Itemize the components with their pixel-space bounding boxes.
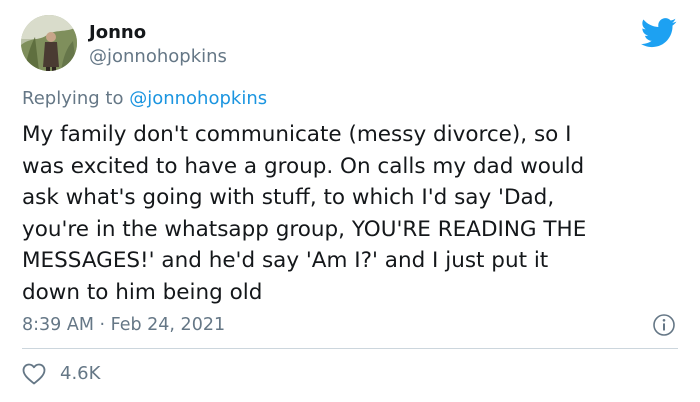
tweet-card: Jonno @jonnohopkins Replying to @jonnoho… bbox=[0, 0, 700, 402]
twitter-bird-icon[interactable] bbox=[640, 18, 677, 48]
divider bbox=[22, 348, 678, 349]
author-display-name[interactable]: Jonno bbox=[89, 22, 146, 44]
like-action[interactable]: 4.6K bbox=[22, 363, 100, 385]
author-handle[interactable]: @jonnohopkins bbox=[89, 46, 227, 68]
tweet-text-line: MESSAGES!' and he'd say 'Am I?' and I ju… bbox=[22, 248, 549, 273]
info-icon[interactable] bbox=[652, 313, 676, 337]
reply-prefix: Replying to bbox=[22, 88, 124, 109]
avatar[interactable] bbox=[21, 15, 77, 71]
tweet-timestamp[interactable]: 8:39 AM · Feb 24, 2021 bbox=[22, 314, 225, 336]
like-count: 4.6K bbox=[60, 363, 101, 384]
tweet-text: My family don't communicate (messy divor… bbox=[22, 119, 682, 308]
tweet-text-line: ask what's going with stuff, to which I'… bbox=[22, 185, 555, 210]
tweet-text-line: down to him being old bbox=[22, 279, 263, 305]
tweet-text-line: My family don't communicate (messy divor… bbox=[22, 122, 572, 147]
reply-context: Replying to @jonnohopkins bbox=[22, 88, 267, 110]
tweet-text-line: you're in the whatsapp group, YOU'RE REA… bbox=[22, 216, 587, 242]
tweet-text-line: was excited to have a group. On calls my… bbox=[22, 153, 585, 179]
reply-mention-link[interactable]: @jonnohopkins bbox=[129, 88, 267, 109]
heart-icon[interactable] bbox=[22, 363, 46, 385]
